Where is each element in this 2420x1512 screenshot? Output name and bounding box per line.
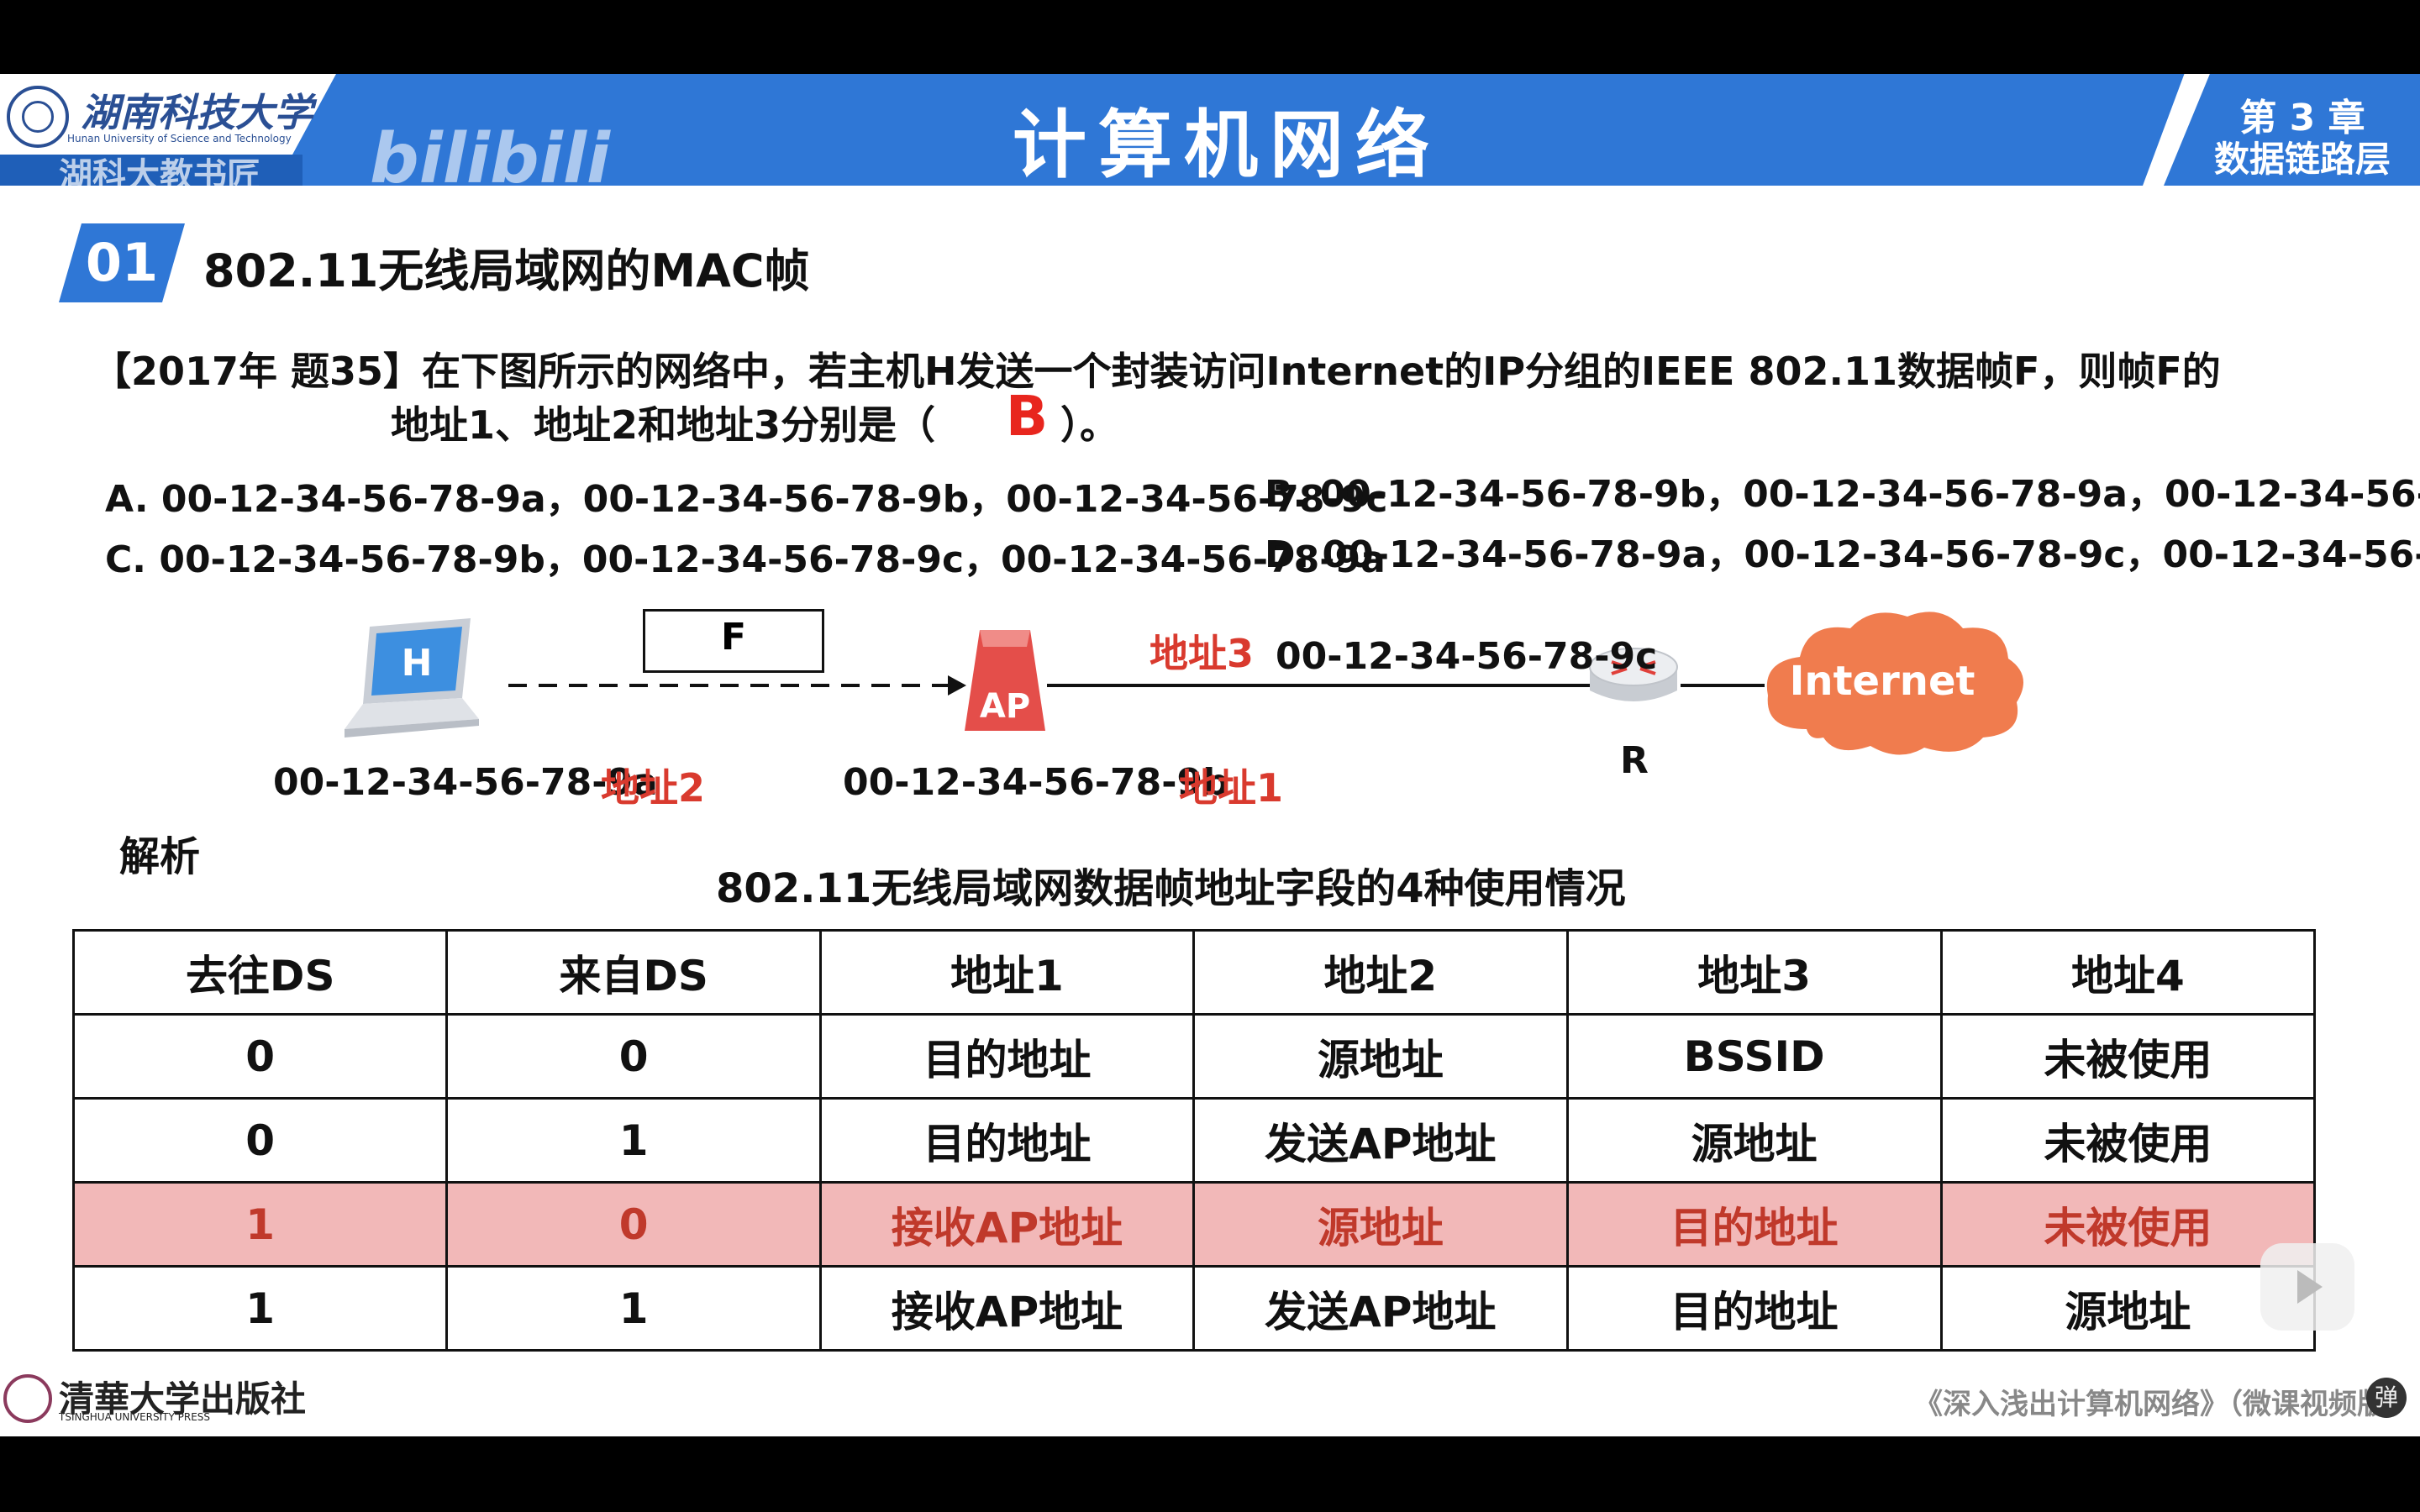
table-cell: 目的地址 [1565, 1181, 1943, 1268]
table-cell: 未被使用 [1939, 1097, 2317, 1184]
table-cell: 1 [445, 1097, 822, 1184]
laptop-icon: H [345, 618, 479, 738]
table-row-highlighted: 1 0 接收AP地址 源地址 目的地址 未被使用 [71, 1181, 2317, 1268]
router-mac-address: 00-12-34-56-78-9c [1276, 635, 1658, 678]
book-title: 《深入浅出计算机网络》（微课视频版 [1914, 1388, 2386, 1421]
analysis-heading: 解析 [119, 833, 201, 880]
table-cell: 1 [71, 1181, 449, 1268]
table-cell: 目的地址 [818, 1097, 1196, 1184]
header-cell: 来自DS [445, 929, 822, 1016]
table-cell: 发送AP地址 [1192, 1097, 1569, 1184]
table-caption: 802.11无线局域网数据帧地址字段的4种使用情况 [716, 865, 1626, 912]
danmu-icon[interactable]: 弹 [2366, 1378, 2407, 1418]
table-cell: 目的地址 [1565, 1265, 1943, 1352]
table-cell: 未被使用 [1939, 1013, 2317, 1100]
host-address-label: 地址2 [601, 765, 706, 811]
table-cell: 发送AP地址 [1192, 1265, 1569, 1352]
play-icon[interactable] [2260, 1243, 2354, 1331]
table-cell: 1 [445, 1265, 822, 1352]
ap-label: AP [980, 687, 1030, 726]
slide: 湖南科技大学 Hunan University of Science and T… [0, 74, 2420, 1436]
address-field-table: 去往DS 来自DS 地址1 地址2 地址3 地址4 0 0 目的地址 源地址 B… [71, 929, 2317, 1352]
table-cell: 0 [445, 1013, 822, 1100]
table-cell: 接收AP地址 [818, 1181, 1196, 1268]
table-cell: BSSID [1565, 1013, 1943, 1100]
header-cell: 地址3 [1565, 929, 1943, 1016]
publisher-name-en: TSINGHUA UNIVERSITY PRESS [59, 1411, 211, 1423]
header-cell: 地址1 [818, 929, 1196, 1016]
ap-mac-address: 00-12-34-56-78-9b [843, 761, 1229, 804]
table-cell: 未被使用 [1939, 1181, 2317, 1268]
arrow-head-icon [948, 675, 966, 696]
table-cell: 0 [71, 1097, 449, 1184]
internet-label: Internet [1789, 658, 1975, 705]
header-cell: 去往DS [71, 929, 449, 1016]
table-cell: 源地址 [1565, 1097, 1943, 1184]
table-row: 0 0 目的地址 源地址 BSSID 未被使用 [71, 1013, 2317, 1100]
table-cell: 接收AP地址 [818, 1265, 1196, 1352]
table-row: 0 1 目的地址 发送AP地址 源地址 未被使用 [71, 1097, 2317, 1184]
table-cell: 源地址 [1192, 1181, 1569, 1268]
ap-address-label: 地址1 [1179, 765, 1284, 811]
table-header-row: 去往DS 来自DS 地址1 地址2 地址3 地址4 [71, 929, 2317, 1016]
publisher-logo-icon [3, 1374, 52, 1423]
table-cell: 0 [71, 1013, 449, 1100]
header-cell: 地址2 [1192, 929, 1569, 1016]
table-cell: 1 [71, 1265, 449, 1352]
access-point-icon: AP [965, 630, 1045, 731]
table-row: 1 1 接收AP地址 发送AP地址 目的地址 源地址 [71, 1265, 2317, 1352]
host-label: H [402, 642, 433, 685]
header-cell: 地址4 [1939, 929, 2317, 1016]
router-label: R [1620, 739, 1649, 782]
router-address-label: 地址3 [1150, 631, 1255, 676]
table-cell: 源地址 [1939, 1265, 2317, 1352]
frame-label: F [720, 616, 747, 659]
table-cell: 目的地址 [818, 1013, 1196, 1100]
table-cell: 源地址 [1192, 1013, 1569, 1100]
table-cell: 0 [445, 1181, 822, 1268]
